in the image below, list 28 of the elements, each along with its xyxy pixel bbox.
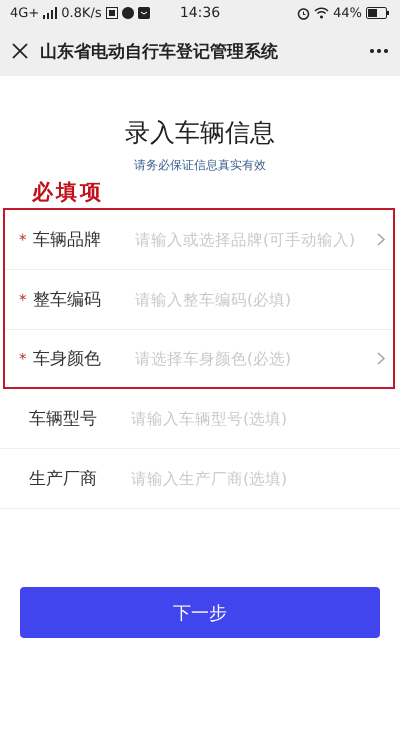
annotation-text: 必填项	[32, 178, 104, 206]
more-icon[interactable]	[370, 49, 388, 53]
notification-icon	[106, 7, 118, 19]
field-label: 车辆型号	[29, 408, 98, 430]
network-label: 4G+	[10, 6, 40, 20]
window-title: 山东省电动自行车登记管理系统	[40, 40, 279, 62]
battery-icon	[366, 7, 390, 19]
battery-percent: 44%	[333, 6, 362, 20]
required-mark: *	[19, 230, 28, 248]
status-time: 14:36	[180, 5, 220, 21]
chevron-right-icon	[377, 352, 385, 365]
required-mark: *	[19, 350, 28, 368]
page-heading: 录入车辆信息	[124, 117, 276, 149]
chevron-right-icon	[377, 233, 385, 246]
field-label: 整车编码	[33, 289, 102, 311]
required-mark: *	[19, 290, 28, 308]
app-icon	[122, 7, 134, 19]
field-label: 生产厂商	[29, 468, 98, 490]
next-button[interactable]: 下一步	[20, 587, 380, 638]
field-label: 车身颜色	[33, 348, 102, 370]
close-icon[interactable]	[12, 43, 28, 59]
message-icon	[138, 7, 150, 19]
field-label: 车辆品牌	[33, 229, 102, 251]
page-subheading: 请务必保证信息真实有效	[133, 157, 267, 174]
alarm-icon	[297, 6, 310, 20]
signal-icon	[43, 7, 58, 19]
wifi-icon	[314, 7, 330, 19]
network-speed: 0.8K/s	[61, 6, 102, 20]
